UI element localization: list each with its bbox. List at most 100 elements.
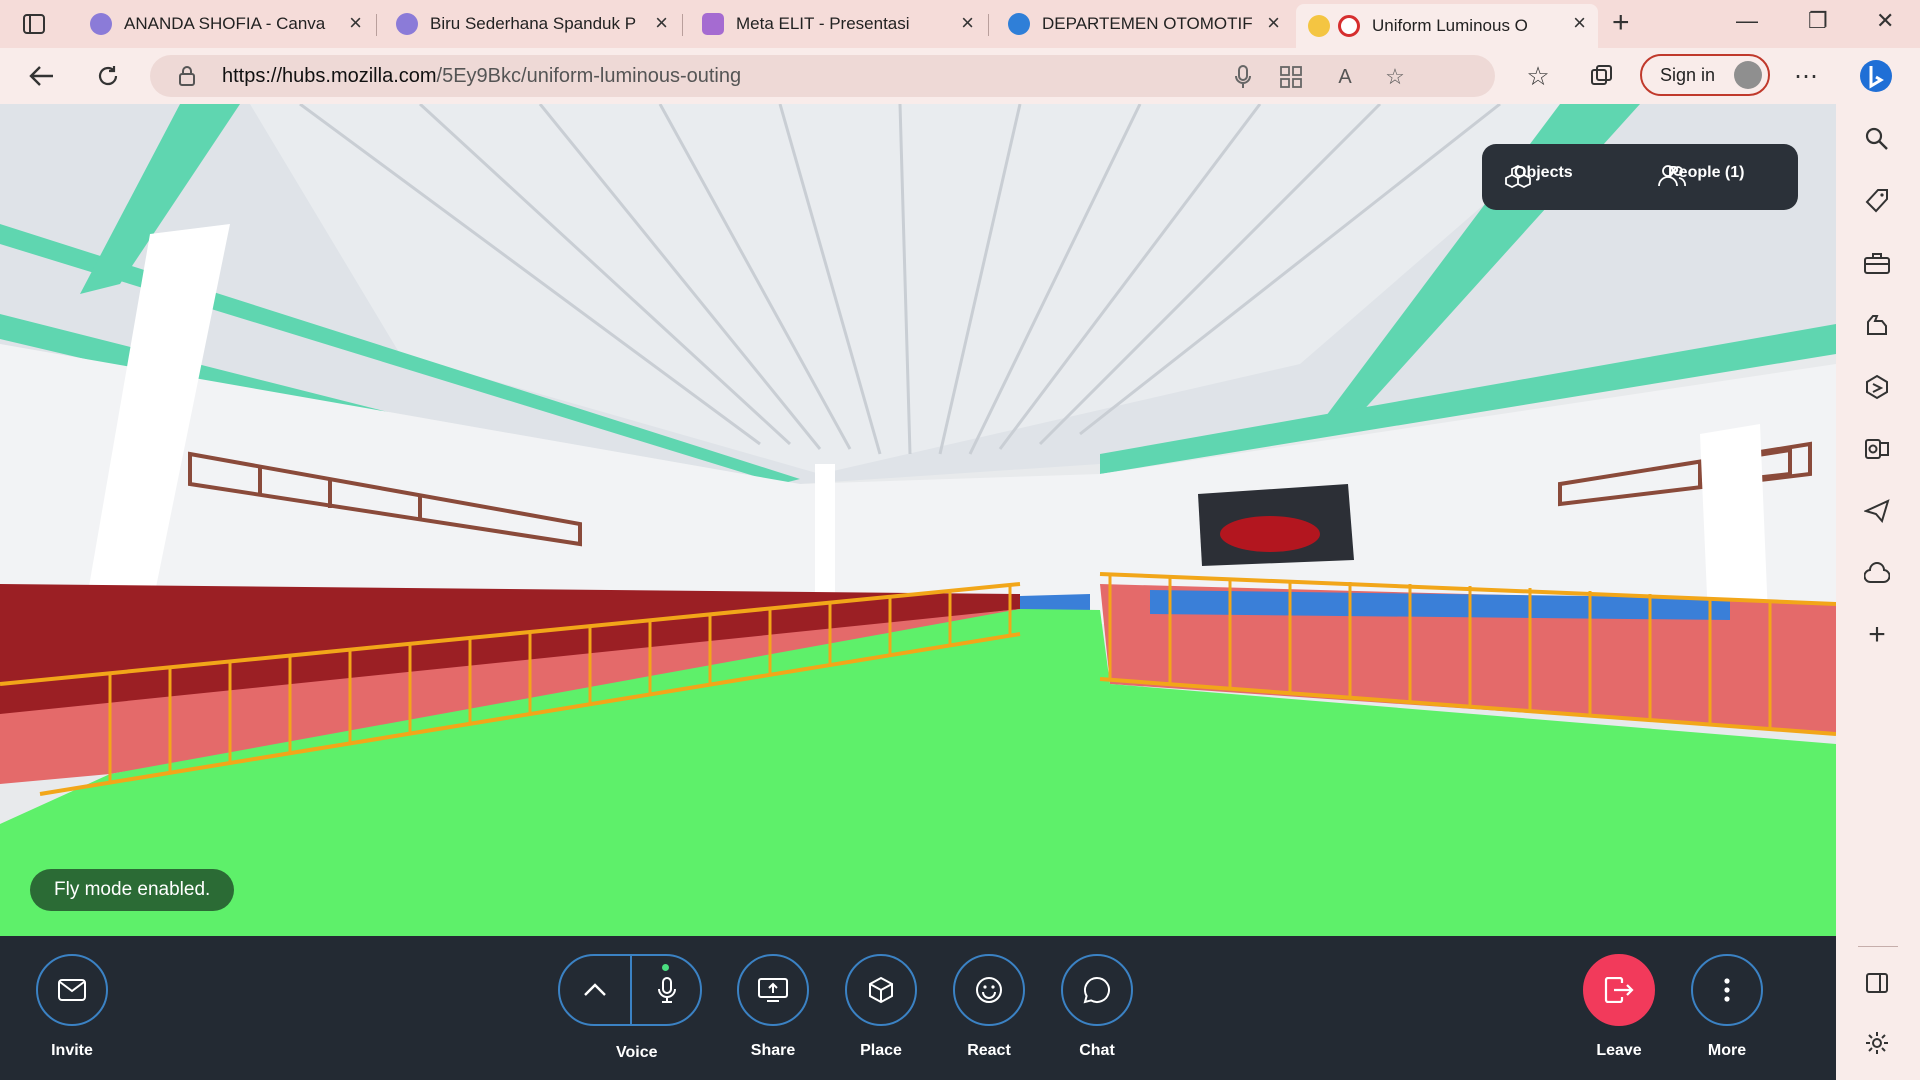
canva-icon (1008, 13, 1030, 35)
add-icon[interactable]: + (1860, 618, 1894, 652)
bing-copilot-icon[interactable] (1858, 58, 1894, 94)
react-button[interactable]: React (953, 954, 1025, 1060)
more-label: More (1707, 1042, 1747, 1059)
settings-more-icon[interactable]: ⋯ (1788, 58, 1824, 94)
smiley-icon (976, 977, 1002, 1003)
collections-icon[interactable] (1584, 58, 1620, 94)
outlook-icon[interactable] (1860, 432, 1894, 466)
place-button[interactable]: Place (845, 954, 917, 1060)
send-icon[interactable] (1860, 494, 1894, 528)
microsoft-365-icon[interactable] (1860, 370, 1894, 404)
cloud-icon[interactable] (1860, 556, 1894, 590)
close-tab-icon[interactable]: × (1573, 12, 1586, 34)
leave-label: Leave (1596, 1042, 1642, 1059)
gear-icon[interactable] (1860, 1026, 1894, 1060)
close-window-icon[interactable]: ✕ (1876, 8, 1894, 34)
invite-label: Invite (51, 1042, 93, 1059)
tab-label: Biru Sederhana Spanduk P (430, 14, 637, 33)
tab-canva-ananda[interactable]: ANANDA SHOFIA - Canva × (78, 4, 374, 44)
browser-sidebar: + (1836, 104, 1920, 1080)
chat-button[interactable]: Chat (1061, 954, 1133, 1060)
leave-circle[interactable] (1583, 954, 1655, 1026)
avatar (1734, 61, 1762, 89)
sign-in-label: Sign in (1660, 64, 1716, 85)
voice-label: Voice (616, 1044, 658, 1061)
canva-icon (90, 13, 112, 35)
close-tab-icon[interactable]: × (961, 12, 974, 34)
read-aloud-icon[interactable]: A (1332, 64, 1358, 90)
close-tab-icon[interactable]: × (349, 12, 362, 34)
minimize-icon[interactable]: — (1736, 8, 1758, 34)
leave-button[interactable]: Leave (1583, 954, 1655, 1060)
add-favorite-icon[interactable]: ☆ (1382, 64, 1408, 90)
microphone-icon (658, 977, 676, 1003)
sidebar-toggle-icon[interactable] (1860, 966, 1894, 1000)
more-circle[interactable] (1691, 954, 1763, 1026)
tab-label: DEPARTEMEN OTOMOTIF (1042, 14, 1252, 33)
microphone-icon[interactable] (1230, 64, 1256, 90)
close-tab-icon[interactable]: × (1267, 12, 1280, 34)
sign-in-button[interactable]: Sign in (1640, 54, 1770, 96)
address-bar[interactable]: https://hubs.mozilla.com/5Ey9Bkc/uniform… (150, 55, 1495, 97)
scene-hud-panel: Objects People (1) (1482, 144, 1798, 210)
react-label: React (967, 1042, 1011, 1059)
tab-label: ANANDA SHOFIA - Canva (124, 14, 326, 33)
mic-active-indicator (662, 964, 669, 971)
shopping-tag-icon[interactable] (1860, 184, 1894, 218)
tab-actions-icon[interactable] (16, 12, 52, 36)
tab-separator (376, 14, 377, 36)
tab-departemen[interactable]: DEPARTEMEN OTOMOTIF × (996, 4, 1292, 44)
games-icon[interactable] (1860, 308, 1894, 342)
url-text[interactable]: https://hubs.mozilla.com/5Ey9Bkc/uniform… (222, 65, 741, 88)
tab-canva-biru[interactable]: Biru Sederhana Spanduk P × (384, 4, 680, 44)
screen-share-icon (758, 978, 788, 1002)
fly-mode-toast: Fly mode enabled. (30, 869, 235, 911)
apps-icon[interactable] (1278, 64, 1304, 90)
navigation-bar: https://hubs.mozilla.com/5Ey9Bkc/uniform… (0, 48, 1920, 104)
tab-label: Meta ELIT - Presentasi (736, 14, 910, 33)
share-circle[interactable] (737, 954, 809, 1026)
objects-icon (1505, 164, 1531, 189)
3d-scene (0, 104, 1836, 936)
chevron-up-icon (584, 983, 606, 996)
tab-uniform-luminous[interactable]: Uniform Luminous O × (1296, 4, 1598, 48)
duck-icon (1308, 15, 1330, 37)
recording-icon (1338, 15, 1360, 37)
canva-icon (396, 13, 418, 35)
url-path: /5Ey9Bkc/uniform-luminous-outing (436, 65, 742, 87)
tools-briefcase-icon[interactable] (1860, 246, 1894, 280)
people-button[interactable]: People (1) (1658, 164, 1744, 187)
invite-circle[interactable] (36, 954, 108, 1026)
tab-strip: ANANDA SHOFIA - Canva × Biru Sederhana S… (0, 0, 1920, 48)
close-tab-icon[interactable]: × (655, 12, 668, 34)
lock-icon[interactable] (178, 65, 196, 92)
react-circle[interactable] (953, 954, 1025, 1026)
tab-meta-elit[interactable]: Meta ELIT - Presentasi × (690, 4, 986, 44)
share-button[interactable]: Share (737, 954, 809, 1060)
tab-label: Uniform Luminous O (1372, 16, 1528, 35)
voice-options-button[interactable] (560, 956, 630, 1024)
cube-icon (869, 976, 893, 1004)
url-host: https://hubs.mozilla.com (222, 65, 437, 87)
more-button[interactable]: More (1691, 954, 1763, 1060)
back-icon[interactable] (24, 58, 60, 94)
favorites-icon[interactable]: ☆ (1520, 58, 1556, 94)
place-label: Place (860, 1042, 902, 1059)
invite-button[interactable]: Invite (36, 954, 108, 1060)
tab-separator (682, 14, 683, 36)
chat-circle[interactable] (1061, 954, 1133, 1026)
refresh-icon[interactable] (90, 58, 126, 94)
voice-control-group[interactable] (558, 954, 702, 1026)
sidebar-divider (1858, 946, 1898, 947)
new-tab-icon[interactable]: + (1612, 6, 1630, 40)
restore-icon[interactable]: ❐ (1808, 8, 1828, 34)
share-label: Share (750, 1042, 796, 1059)
more-vertical-icon (1724, 978, 1730, 1002)
chat-bubble-icon (1083, 976, 1110, 1004)
search-icon[interactable] (1860, 122, 1894, 156)
chat-label: Chat (1079, 1042, 1115, 1059)
objects-button[interactable]: Objects (1504, 164, 1573, 189)
people-icon (1658, 165, 1686, 187)
3d-scene-viewport[interactable]: Objects People (1) Fly mode enabled. (0, 104, 1836, 936)
place-circle[interactable] (845, 954, 917, 1026)
